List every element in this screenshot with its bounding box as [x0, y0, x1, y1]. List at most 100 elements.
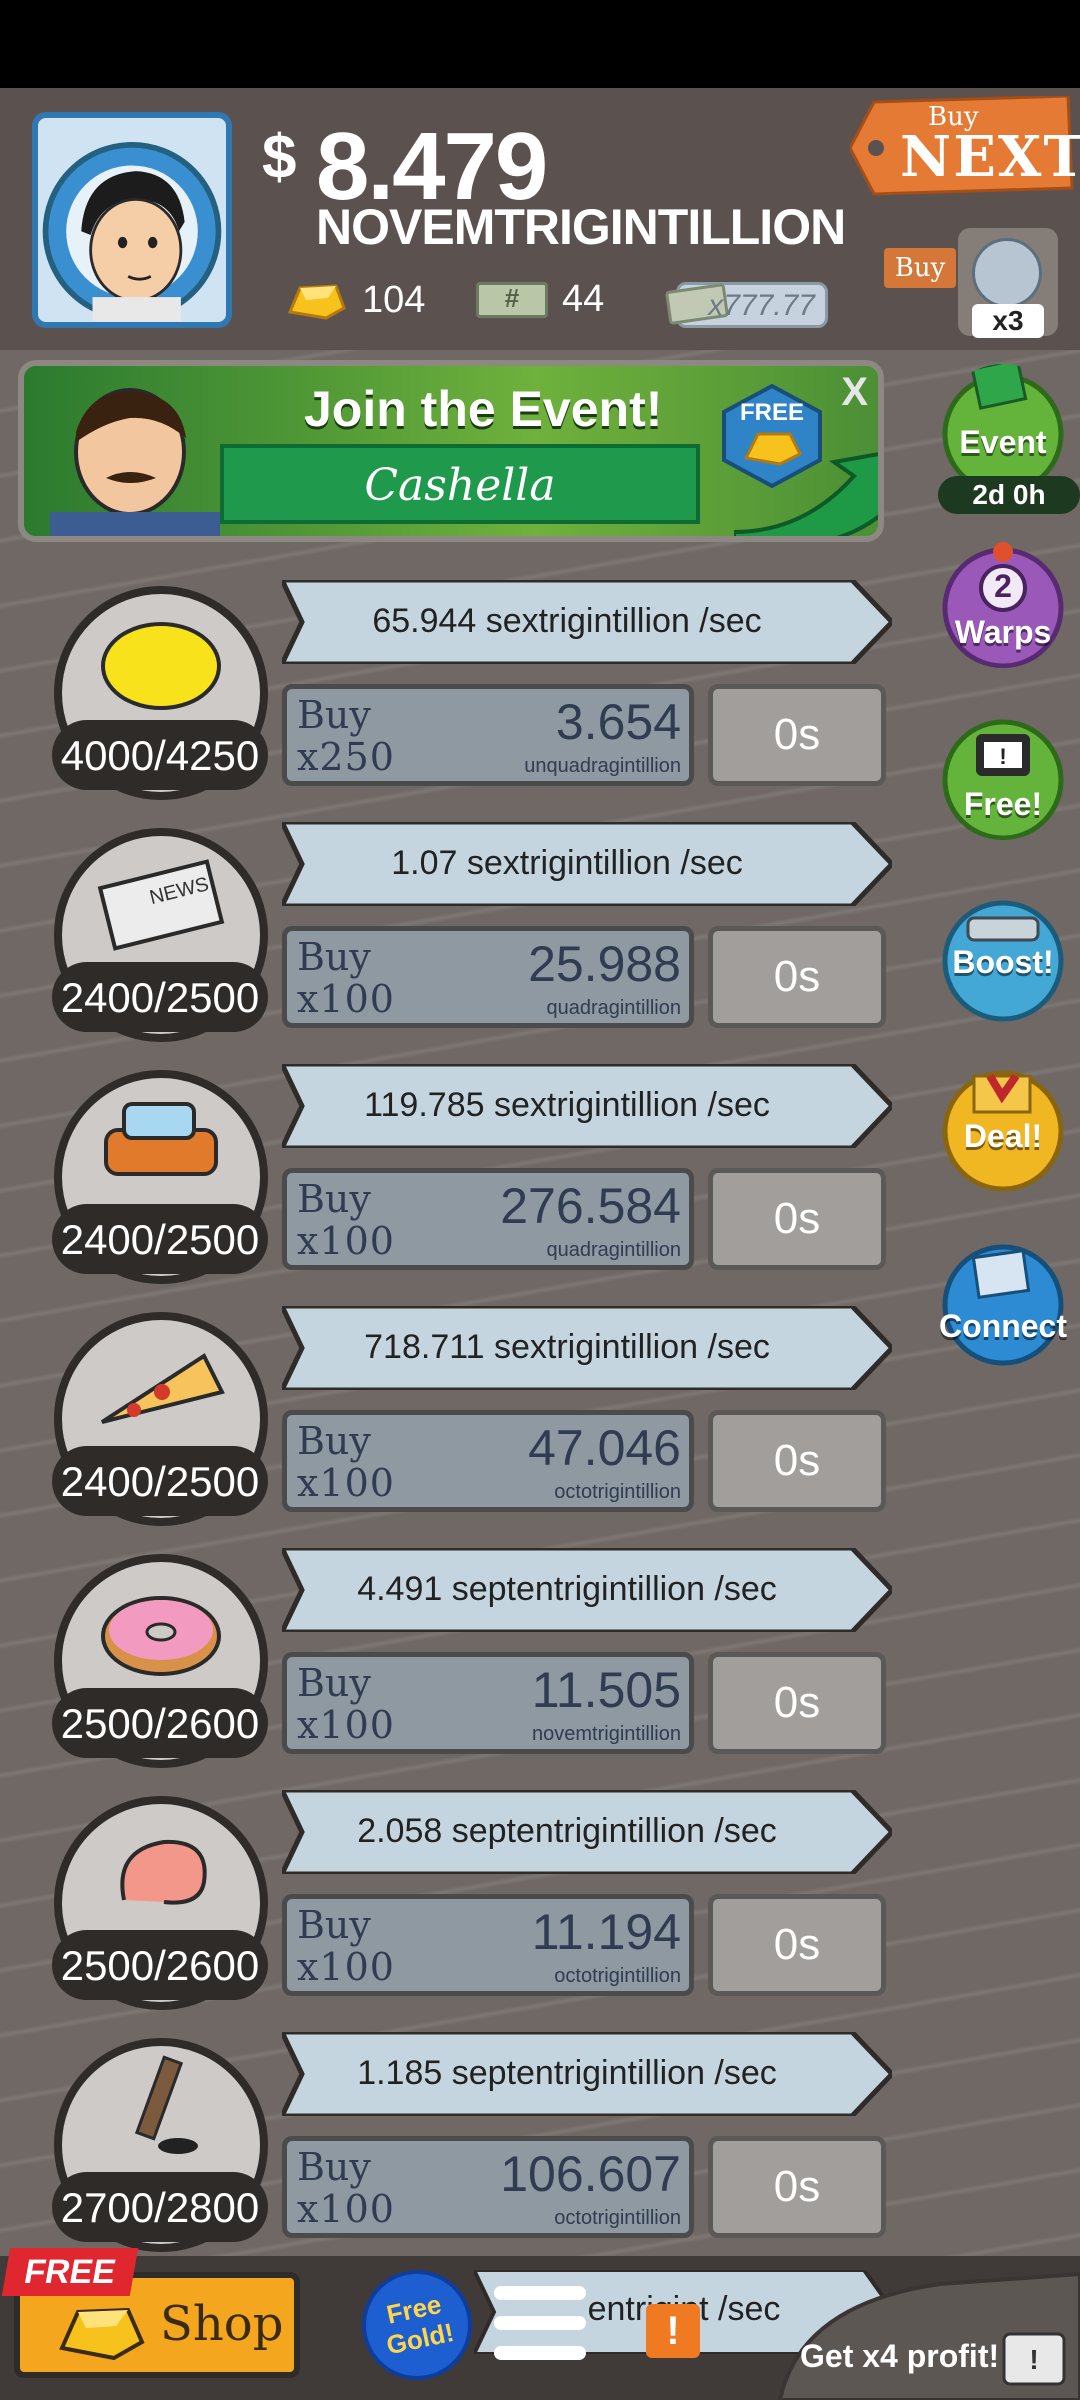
business-row: NEWS 2400/2500 1.07 sextrigintillion /se…: [46, 822, 906, 1052]
buy-business-button[interactable]: Buy x100 11.505 novemtrigintillion: [282, 1652, 694, 1754]
buy-cost: 3.654: [555, 694, 681, 750]
manager-button[interactable]: x3: [958, 228, 1058, 338]
revenue-rate-bar: 65.944 sextrigintillion /sec: [282, 580, 892, 664]
buy-label: Buy: [297, 1661, 371, 1705]
buy-label: Buy: [297, 935, 371, 979]
buy-manager-button[interactable]: Buy: [884, 248, 956, 288]
deal-button[interactable]: Deal!: [938, 1066, 1068, 1196]
gold-icon: [59, 2307, 145, 2361]
owned-counter: 2400/2500: [52, 1204, 268, 1274]
buy-quantity: x100: [297, 977, 395, 1021]
buy-quantity: x100: [297, 1219, 395, 1263]
owned-counter: 2700/2800: [52, 2172, 268, 2242]
boost-button[interactable]: Boost!: [938, 896, 1068, 1026]
revenue-rate: 1.07 sextrigintillion /sec: [391, 844, 743, 882]
manager-count: x3: [972, 304, 1044, 338]
telescope-icon: [972, 238, 1042, 308]
revenue-rate: 718.711 sextrigintillion /sec: [364, 1328, 770, 1366]
event-host-icon: [50, 388, 220, 536]
buy-label: Buy: [297, 693, 371, 737]
megabucks-counter: 44: [476, 278, 604, 321]
megabucks-icon: [476, 281, 548, 318]
cash-unit: NOVEMTRIGINTILLION: [316, 199, 846, 255]
close-event-button[interactable]: X: [841, 370, 868, 415]
owned-counter: 2400/2500: [52, 962, 268, 1032]
event-name: Cashella: [364, 460, 556, 511]
cycle-timer: 0s: [708, 1652, 886, 1754]
gold-bar-icon: [287, 284, 346, 320]
revenue-rate: 2.058 septentrigintillion /sec: [357, 1812, 777, 1850]
x4-profit-button[interactable]: ! Get x4 profit!: [760, 2244, 1080, 2400]
free-label: Free!: [963, 786, 1043, 822]
buy-label: Buy: [297, 2145, 371, 2189]
svg-text:!: !: [1029, 2344, 1038, 2375]
buy-business-button[interactable]: Buy x250 3.654 unquadragintillion: [282, 684, 694, 786]
free-gold-button[interactable]: Free Gold!: [362, 2270, 472, 2380]
svg-text:!: !: [999, 744, 1006, 769]
cycle-timer: 0s: [708, 1168, 886, 1270]
buy-business-button[interactable]: Buy x100 47.046 octotrigintillion: [282, 1410, 694, 1512]
alert-icon[interactable]: !: [646, 2304, 700, 2358]
cycle-timer: 0s: [708, 2136, 886, 2238]
buy-cost-unit: octotrigintillion: [554, 1481, 681, 1503]
buy-business-button[interactable]: Buy x100 106.607 octotrigintillion: [282, 2136, 694, 2238]
cycle-timer: 0s: [708, 1410, 886, 1512]
free-button[interactable]: ! Free!: [938, 710, 1068, 840]
revenue-rate-bar: 1.07 sextrigintillion /sec: [282, 822, 892, 906]
cycle-timer: 0s: [708, 1894, 886, 1996]
megabucks-count: 44: [562, 278, 605, 320]
shop-label: Shop: [160, 2296, 284, 2352]
owned-counter: 2500/2600: [52, 1688, 268, 1758]
business-row: 2400/2500 718.711 sextrigintillion /sec …: [46, 1306, 906, 1536]
buy-quantity: x100: [297, 2187, 395, 2231]
revenue-rate-bar: 2.058 septentrigintillion /sec: [282, 1790, 892, 1874]
business-row: 2500/2600 4.491 septentrigintillion /sec…: [46, 1548, 906, 1778]
buy-cost-unit: octotrigintillion: [554, 2207, 681, 2229]
gold-counter: 104: [282, 278, 425, 322]
business-row: 2500/2600 2.058 septentrigintillion /sec…: [46, 1790, 906, 2020]
menu-line: [494, 2286, 586, 2300]
revenue-rate: 65.944 sextrigintillion /sec: [372, 602, 762, 640]
warps-button[interactable]: 2 Warps: [938, 538, 1068, 668]
multiplier-value: x777.77: [708, 289, 815, 322]
event-timer: 2d 0h: [938, 476, 1080, 514]
buy-cost: 106.607: [500, 2146, 681, 2202]
x4-profit-label: Get x4 profit!: [800, 2338, 1000, 2374]
owned-counter: 2400/2500: [52, 1446, 268, 1516]
event-title: Join the Event!: [304, 381, 663, 437]
event-name-box: Cashella: [220, 444, 700, 524]
arrow-icon: [734, 452, 878, 536]
buy-quantity: x100: [297, 1461, 395, 1505]
buy-cost: 11.194: [531, 1904, 681, 1960]
free-ribbon: FREE: [1, 2248, 139, 2296]
buy-next-button[interactable]: Buy NEXT: [850, 96, 1080, 196]
buy-cost: 47.046: [528, 1420, 681, 1476]
buy-cost: 25.988: [528, 936, 681, 992]
connect-label: Connect: [939, 1308, 1067, 1344]
connect-button[interactable]: Connect: [938, 1240, 1068, 1370]
menu-line: [494, 2346, 586, 2360]
buy-business-button[interactable]: Buy x100 11.194 octotrigintillion: [282, 1894, 694, 1996]
deal-label: Deal!: [963, 1118, 1043, 1154]
buy-business-button[interactable]: Buy x100 276.584 quadragintillion: [282, 1168, 694, 1270]
revenue-rate: 119.785 sextrigintillion /sec: [364, 1086, 770, 1124]
buy-cost-unit: quadragintillion: [546, 1239, 681, 1261]
event-side-button[interactable]: Event 2d 0h: [938, 364, 1080, 514]
event-banner[interactable]: Join the Event! Cashella FREE X: [18, 360, 884, 542]
avatar[interactable]: [32, 112, 232, 328]
revenue-rate-bar: 119.785 sextrigintillion /sec: [282, 1064, 892, 1148]
buy-business-button[interactable]: Buy x100 25.988 quadragintillion: [282, 926, 694, 1028]
photos-icon: [942, 1244, 1064, 1366]
menu-button[interactable]: [494, 2286, 586, 2366]
free-gold-label: Free Gold!: [383, 2288, 457, 2361]
boost-label: Boost!: [952, 944, 1054, 980]
buy-quantity: x100: [297, 1945, 395, 1989]
business-row: 2400/2500 119.785 sextrigintillion /sec …: [46, 1064, 906, 1294]
tv-corner-icon: !: [777, 2271, 1080, 2400]
gold-count: 104: [362, 278, 426, 321]
status-bar: [0, 0, 1080, 88]
currency-symbol: $: [262, 123, 297, 192]
buy-cost-unit: unquadragintillion: [524, 755, 681, 777]
revenue-rate: 1.185 septentrigintillion /sec: [357, 2054, 777, 2092]
buy-quantity: x100: [297, 1703, 395, 1747]
